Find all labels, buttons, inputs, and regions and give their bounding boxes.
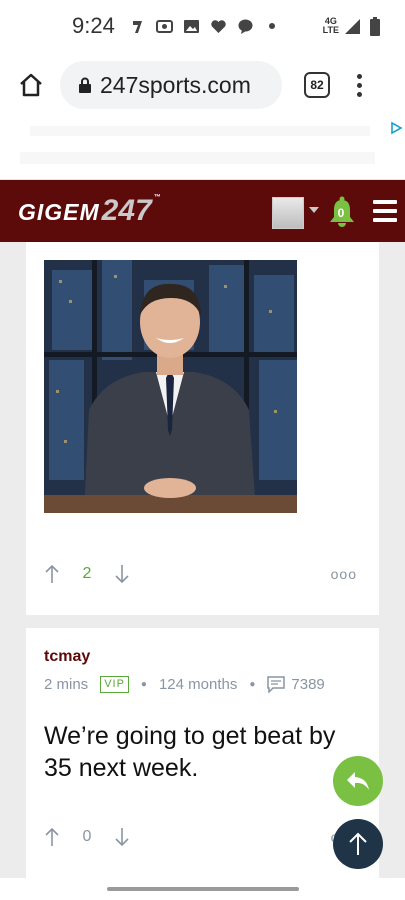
upvote-arrow-icon[interactable] bbox=[44, 564, 60, 584]
vote-count: 0 bbox=[82, 828, 92, 845]
vote-row: 0 bbox=[44, 827, 130, 847]
hamburger-menu-icon[interactable] bbox=[373, 200, 397, 222]
post-card: tcmay 2 mins VIP ● 124 months ● 7389 We’… bbox=[26, 628, 379, 878]
vote-row: 2 bbox=[44, 564, 130, 584]
ad-content bbox=[20, 152, 375, 164]
post-card: 2 ooo bbox=[26, 242, 379, 615]
chat-bubble-icon bbox=[237, 18, 254, 35]
notification-count: 0 bbox=[337, 206, 345, 220]
arrow-up-icon bbox=[349, 832, 367, 855]
downvote-arrow-icon[interactable] bbox=[114, 827, 130, 847]
site-logo[interactable]: GIGEM 247 ™ bbox=[18, 194, 162, 228]
network-type: 4G LTE bbox=[322, 16, 339, 35]
gesture-handle[interactable] bbox=[107, 887, 299, 891]
browser-toolbar: 247sports.com 82 bbox=[0, 52, 405, 118]
user-avatar[interactable] bbox=[272, 197, 304, 229]
post-gif-image[interactable] bbox=[44, 260, 297, 513]
separator-dot: ● bbox=[249, 679, 256, 690]
post-body: We’re going to get beat by 35 next week. bbox=[44, 722, 336, 782]
home-icon bbox=[20, 73, 42, 97]
post-username[interactable]: tcmay bbox=[44, 648, 90, 666]
image-icon bbox=[183, 18, 200, 35]
heart-icon bbox=[210, 18, 227, 35]
post-time: 2 mins bbox=[44, 676, 89, 693]
upvote-arrow-icon[interactable] bbox=[44, 827, 60, 847]
tab-switcher-button[interactable]: 82 bbox=[304, 72, 330, 98]
separator-dot: ● bbox=[140, 679, 147, 690]
reply-icon bbox=[347, 772, 369, 790]
post-count: 7389 bbox=[291, 676, 325, 693]
battery-icon bbox=[366, 16, 383, 36]
post-meta: 2 mins VIP ● 124 months ● 7389 bbox=[44, 676, 325, 693]
ad-banner[interactable] bbox=[0, 118, 405, 180]
app-notification-icon bbox=[129, 18, 146, 35]
system-icons: 4G LTE bbox=[322, 16, 383, 36]
scroll-to-top-button[interactable] bbox=[333, 819, 383, 869]
dot-icon bbox=[264, 18, 281, 35]
status-time: 9:24 bbox=[72, 13, 115, 38]
ad-content bbox=[30, 126, 370, 136]
ad-choices-icon[interactable] bbox=[389, 121, 403, 135]
address-bar[interactable]: 247sports.com bbox=[60, 61, 282, 109]
menu-dot bbox=[356, 91, 362, 97]
more-options-button[interactable]: ooo bbox=[331, 566, 357, 582]
posts-count-icon bbox=[267, 676, 286, 693]
home-button[interactable] bbox=[14, 68, 48, 102]
chevron-down-icon[interactable] bbox=[309, 207, 319, 213]
system-nav-bar bbox=[0, 878, 405, 900]
menu-dot bbox=[356, 73, 362, 79]
url-text: 247sports.com bbox=[100, 71, 251, 98]
radio-icon bbox=[155, 18, 173, 35]
reply-button[interactable] bbox=[333, 756, 383, 806]
downvote-arrow-icon[interactable] bbox=[114, 564, 130, 584]
member-tenure: 124 months bbox=[158, 676, 238, 693]
lock-icon bbox=[79, 77, 91, 93]
vip-badge: VIP bbox=[100, 676, 129, 693]
notification-icons bbox=[129, 18, 281, 35]
signal-icon bbox=[344, 18, 361, 35]
browser-menu-button[interactable] bbox=[350, 73, 368, 97]
vote-count: 2 bbox=[82, 565, 92, 582]
status-bar: 9:24 4G LTE bbox=[0, 0, 405, 52]
menu-dot bbox=[356, 82, 362, 88]
